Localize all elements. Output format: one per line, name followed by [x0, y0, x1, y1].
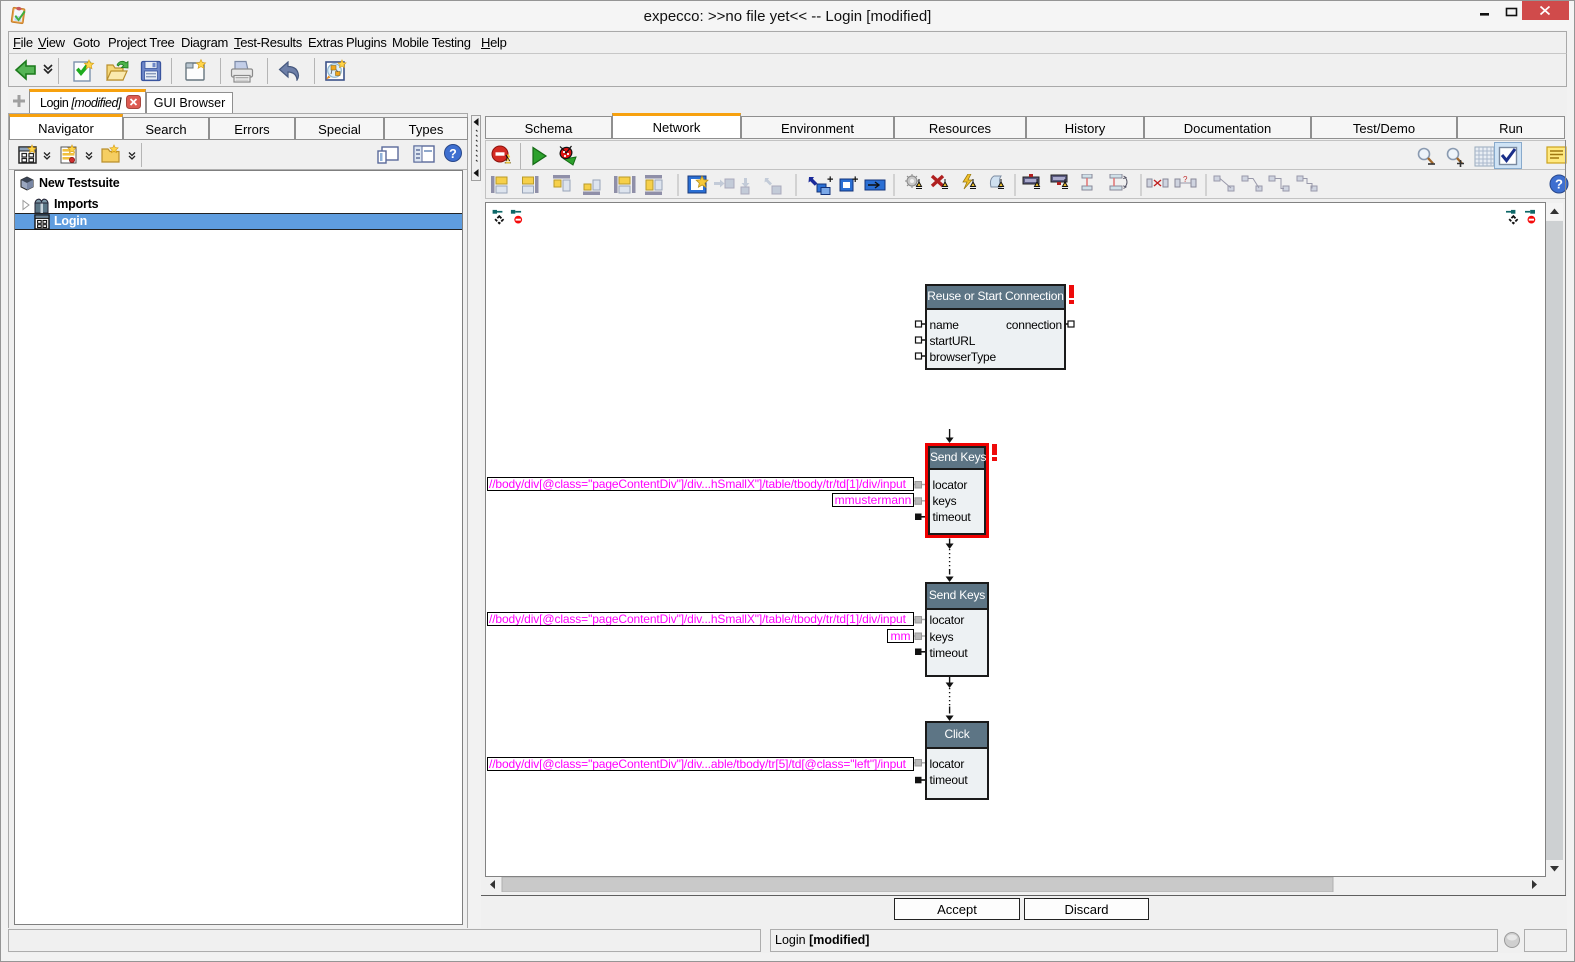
- svg-text:?: ?: [1555, 177, 1563, 192]
- svg-text:?: ?: [449, 147, 457, 161]
- svg-text:+: +: [827, 174, 833, 186]
- svg-text:?: ?: [1183, 175, 1188, 184]
- svg-text:+: +: [852, 174, 858, 186]
